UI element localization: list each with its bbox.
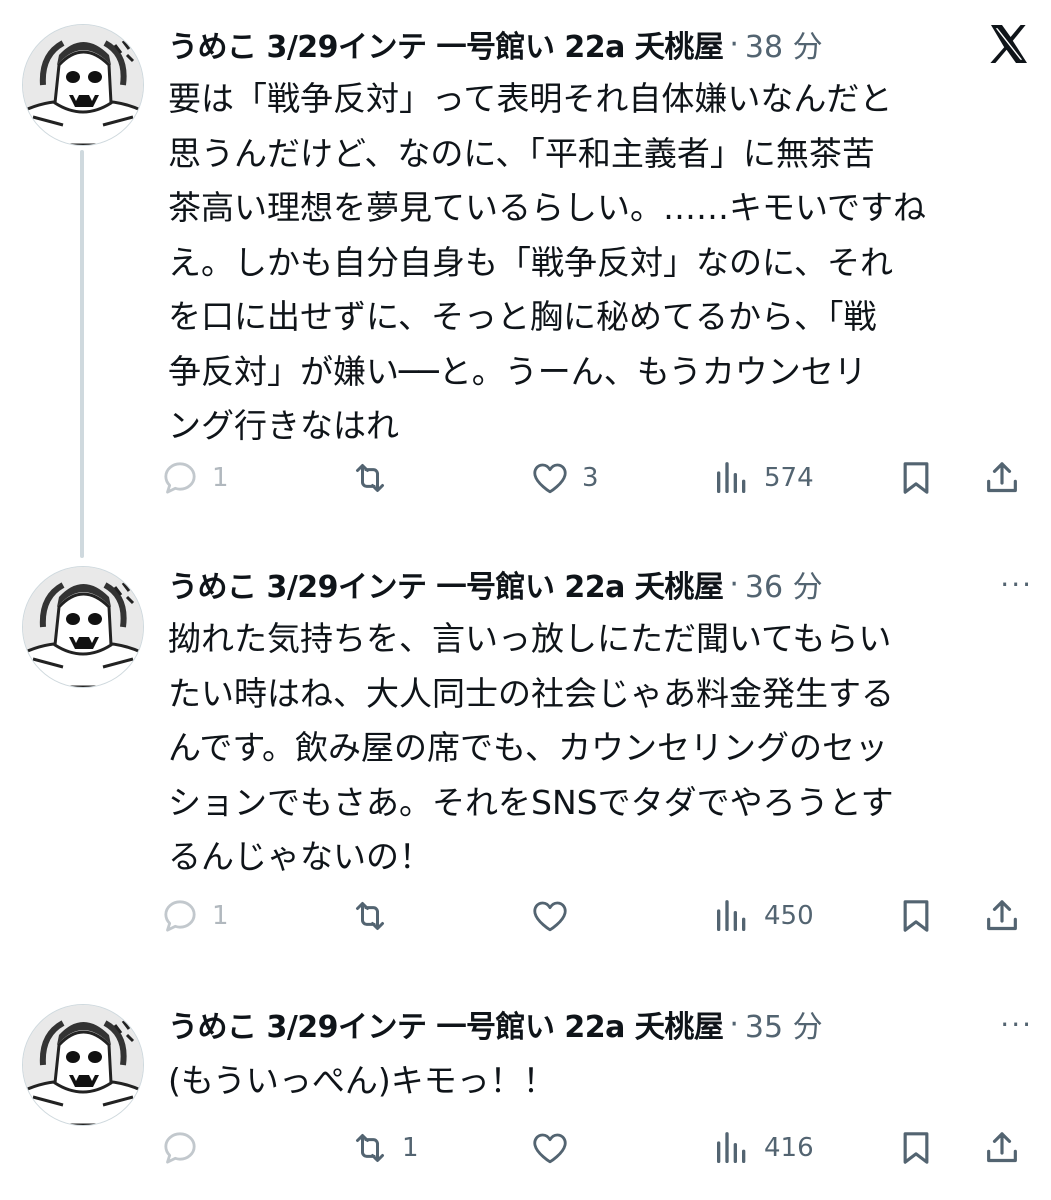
tweet-header: うめこ 3/29インテ 一号館い 22a 夭桃屋 · 36 分 ··· xyxy=(168,562,1033,606)
share-button[interactable] xyxy=(982,890,1022,942)
retweet-button[interactable] xyxy=(350,452,402,504)
view-count: 450 xyxy=(764,901,814,931)
retweet-count: 1 xyxy=(402,1133,419,1163)
timestamp[interactable]: 36 分 xyxy=(745,562,823,606)
separator-dot: · xyxy=(729,566,739,602)
tweet-header: うめこ 3/29インテ 一号館い 22a 夭桃屋 · 38 分 xyxy=(168,22,1033,66)
reply-icon xyxy=(160,896,200,936)
more-options-icon[interactable]: ··· xyxy=(1000,568,1033,601)
retweet-button[interactable]: 1 xyxy=(350,1122,419,1174)
tweet-header: うめこ 3/29インテ 一号館い 22a 夭桃屋 · 35 分 ··· xyxy=(168,1002,1033,1046)
x-logo-icon xyxy=(985,20,1033,68)
more-options-icon[interactable]: ··· xyxy=(1000,1008,1033,1041)
retweet-icon xyxy=(350,458,390,498)
share-button[interactable] xyxy=(982,1122,1022,1174)
thread-connector-line xyxy=(80,150,84,558)
bookmark-button[interactable] xyxy=(896,452,936,504)
like-button[interactable] xyxy=(530,890,582,942)
share-icon xyxy=(982,1128,1022,1168)
bookmark-button[interactable] xyxy=(896,1122,936,1174)
timestamp[interactable]: 38 分 xyxy=(745,22,823,66)
avatar[interactable] xyxy=(22,24,144,146)
view-count: 574 xyxy=(764,463,814,493)
tweet-text: (もういっぺん)キモっ！！ xyxy=(168,1061,556,1100)
views-bar-chart-icon xyxy=(712,896,752,936)
reply-button[interactable] xyxy=(160,1122,212,1174)
action-bar: 1 3 574 xyxy=(160,452,1032,504)
separator-dot: · xyxy=(729,26,739,62)
avatar[interactable] xyxy=(22,566,144,688)
like-button[interactable]: 3 xyxy=(530,452,599,504)
timestamp[interactable]: 35 分 xyxy=(745,1002,823,1046)
author-name[interactable]: うめこ 3/29インテ 一号館い 22a 夭桃屋 xyxy=(168,22,724,66)
reply-icon xyxy=(160,1128,200,1168)
retweet-button[interactable] xyxy=(350,890,402,942)
heart-icon xyxy=(530,458,570,498)
tweet-text: 拗れた気持ちを、言いっ放しにただ聞いてもらい たい時はね、大人同士の社会じゃあ料… xyxy=(168,619,894,876)
header-right xyxy=(985,22,1033,66)
like-count: 3 xyxy=(582,463,599,493)
view-count: 416 xyxy=(764,1133,814,1163)
header-right: ··· xyxy=(1000,1002,1033,1046)
tweet-text: 要は「戦争反対」って表明それ自体嫌いなんだと 思うんだけど、なのに、「平和主義者… xyxy=(168,79,927,445)
retweet-icon xyxy=(350,896,390,936)
bookmark-icon xyxy=(896,458,936,498)
views-button[interactable]: 450 xyxy=(712,890,814,942)
like-button[interactable] xyxy=(530,1122,582,1174)
avatar[interactable] xyxy=(22,1004,144,1126)
author-name[interactable]: うめこ 3/29インテ 一号館い 22a 夭桃屋 xyxy=(168,1002,724,1046)
author-name[interactable]: うめこ 3/29インテ 一号館い 22a 夭桃屋 xyxy=(168,562,724,606)
reply-button[interactable]: 1 xyxy=(160,452,229,504)
retweet-icon xyxy=(350,1128,390,1168)
action-bar: 1 416 xyxy=(160,1122,1032,1174)
heart-icon xyxy=(530,1128,570,1168)
bookmark-icon xyxy=(896,1128,936,1168)
separator-dot: · xyxy=(729,1006,739,1042)
reply-count: 1 xyxy=(212,901,229,931)
header-right: ··· xyxy=(1000,562,1033,606)
reply-button[interactable]: 1 xyxy=(160,890,229,942)
views-button[interactable]: 574 xyxy=(712,452,814,504)
views-bar-chart-icon xyxy=(712,1128,752,1168)
reply-count: 1 xyxy=(212,463,229,493)
views-bar-chart-icon xyxy=(712,458,752,498)
share-icon xyxy=(982,458,1022,498)
bookmark-button[interactable] xyxy=(896,890,936,942)
reply-icon xyxy=(160,458,200,498)
share-icon xyxy=(982,896,1022,936)
views-button[interactable]: 416 xyxy=(712,1122,814,1174)
bookmark-icon xyxy=(896,896,936,936)
action-bar: 1 450 xyxy=(160,890,1032,942)
share-button[interactable] xyxy=(982,452,1022,504)
heart-icon xyxy=(530,896,570,936)
